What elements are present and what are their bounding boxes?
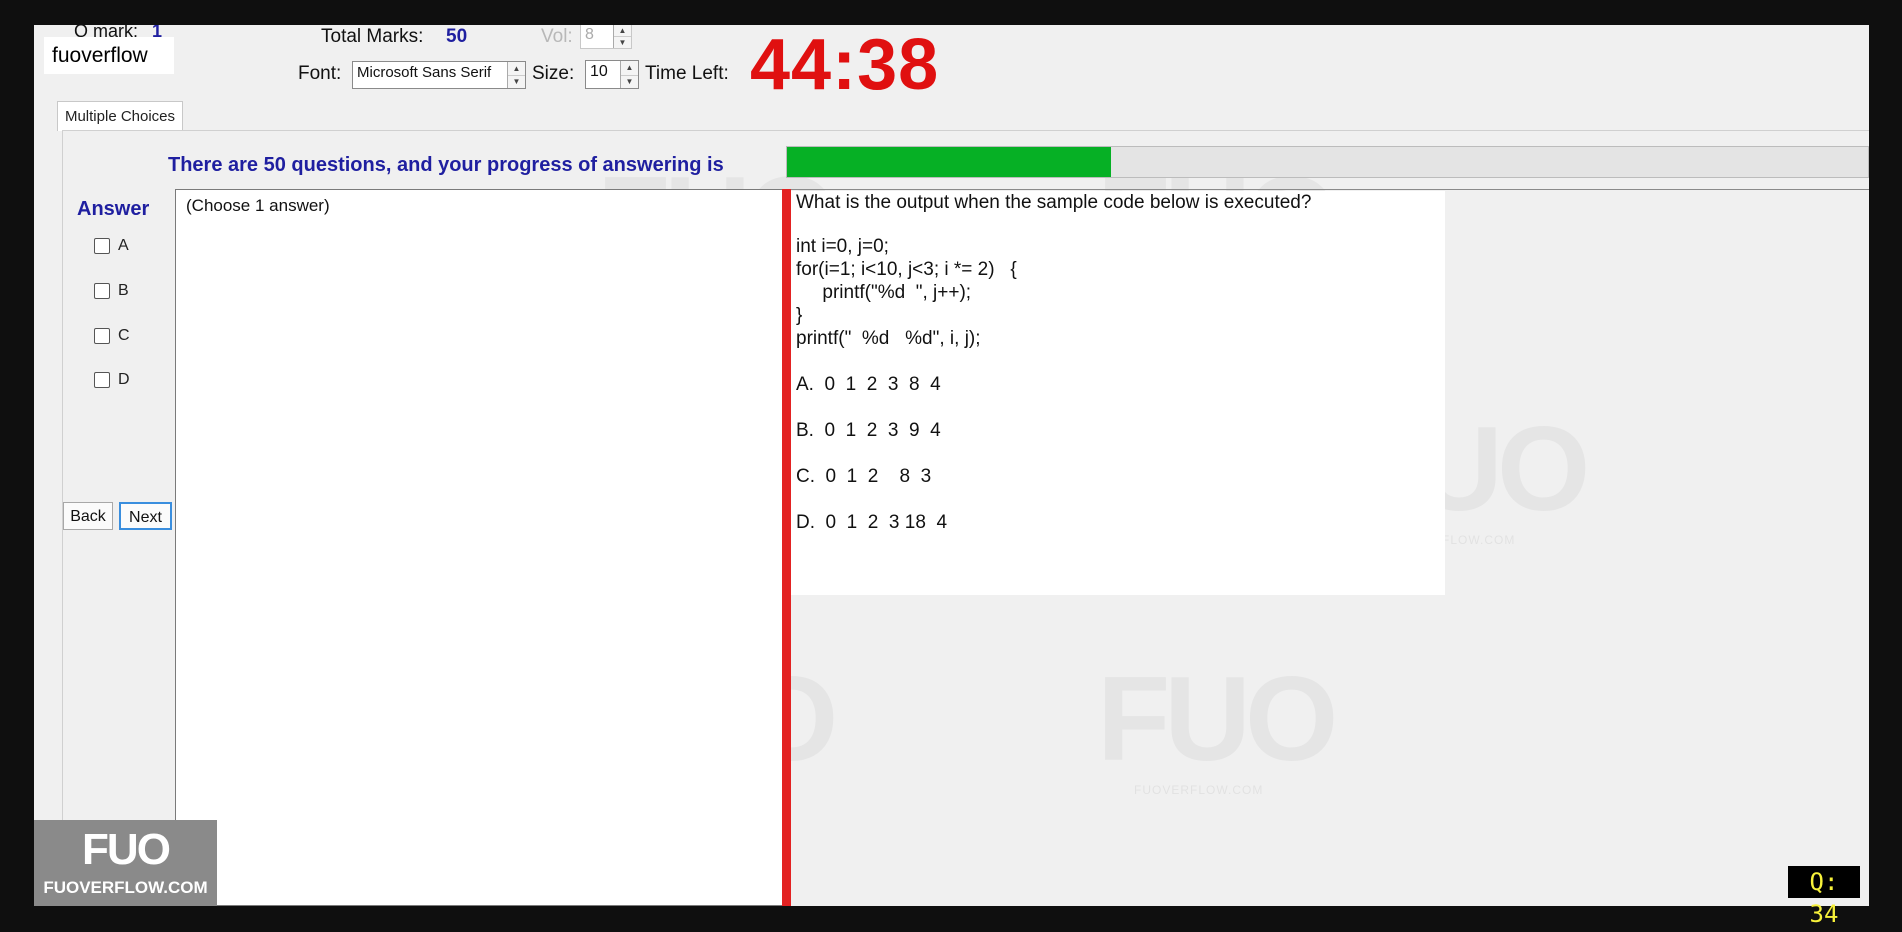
code-line: }	[796, 305, 803, 326]
code-line: printf(" %d %d", i, j);	[796, 328, 981, 349]
answer-title: Answer	[77, 198, 150, 220]
total-marks-label: Total Marks:	[321, 26, 424, 47]
fuoverflow-logo: FUO FUOVERFLOW.COM	[34, 820, 217, 906]
checkbox-a[interactable]	[94, 237, 110, 254]
checkbox-d[interactable]	[94, 371, 110, 388]
volume-value: 8	[585, 26, 594, 43]
code-line: for(i=1; i<10, j<3; i *= 2) {	[796, 259, 1017, 280]
tab-multiple-choices[interactable]: Multiple Choices	[57, 101, 183, 131]
watermark-site: FUOVERFLOW.COM	[1134, 783, 1264, 797]
vol-label: Vol:	[541, 26, 573, 47]
option-label-a: A	[118, 237, 129, 254]
progress-fill	[787, 147, 1112, 177]
spin-up-icon[interactable]: ▲	[621, 61, 638, 76]
next-button[interactable]: Next	[119, 502, 172, 530]
option-text-b: B. 0 1 2 3 9 4	[796, 420, 941, 441]
option-text-d: D. 0 1 2 3 18 4	[796, 512, 948, 533]
question-counter: Q: 34	[1788, 866, 1860, 928]
size-spinner[interactable]: 10 ▲ ▼	[585, 60, 639, 89]
total-marks-value: 50	[446, 26, 468, 47]
answer-option-a[interactable]: A	[94, 237, 129, 255]
option-text-c: C. 0 1 2 8 3	[796, 466, 932, 487]
font-label: Font:	[298, 63, 342, 84]
spin-up-icon[interactable]: ▲	[508, 62, 525, 76]
option-label-d: D	[118, 371, 130, 388]
answer-area[interactable]: (Choose 1 answer)	[175, 189, 783, 906]
progress-label: There are 50 questions, and your progres…	[168, 154, 724, 176]
spin-down-icon[interactable]: ▼	[614, 36, 631, 48]
size-value: 10	[590, 63, 608, 80]
answer-option-b[interactable]: B	[94, 282, 129, 300]
font-spinner[interactable]: Microsoft Sans Serif ▲ ▼	[352, 61, 526, 89]
volume-spin-buttons[interactable]: ▲ ▼	[613, 25, 631, 48]
logo-mark: FUO	[82, 825, 171, 874]
spin-down-icon[interactable]: ▼	[621, 75, 638, 89]
logo-text: FUOVERFLOW.COM	[43, 878, 208, 897]
back-button[interactable]: Back	[63, 502, 113, 530]
option-label-c: C	[118, 327, 130, 344]
volume-spinner[interactable]: 8 ▲ ▼	[580, 25, 632, 49]
size-spin-buttons[interactable]: ▲ ▼	[620, 61, 638, 88]
exam-window: Q mark: 1 Total Marks: 50 Vol: 8 ▲ ▼ Font…	[34, 25, 1869, 906]
answer-option-d[interactable]: D	[94, 371, 130, 389]
checkbox-c[interactable]	[94, 327, 110, 344]
checkbox-b[interactable]	[94, 282, 110, 299]
watermark-logo: FUO	[1097, 650, 1338, 788]
question-text: What is the output when the sample code …	[796, 192, 1312, 213]
choose-hint: (Choose 1 answer)	[186, 196, 330, 215]
option-label-b: B	[118, 282, 129, 299]
progress-bar	[786, 146, 1869, 178]
font-value: Microsoft Sans Serif	[357, 64, 492, 81]
answer-option-c[interactable]: C	[94, 327, 130, 345]
question-box: What is the output when the sample code …	[791, 191, 1445, 595]
splitter[interactable]	[782, 189, 791, 906]
time-left-label: Time Left:	[645, 63, 729, 84]
option-text-a: A. 0 1 2 3 8 4	[796, 374, 941, 395]
brand-overlay: fuoverflow	[44, 37, 174, 74]
code-line: int i=0, j=0;	[796, 236, 889, 257]
font-spin-buttons[interactable]: ▲ ▼	[507, 62, 525, 88]
code-line: printf("%d ", j++);	[796, 282, 972, 303]
question-pane-border	[791, 189, 1869, 190]
spin-down-icon[interactable]: ▼	[508, 75, 525, 88]
size-label: Size:	[532, 63, 575, 84]
countdown-timer: 44:38	[750, 25, 940, 105]
